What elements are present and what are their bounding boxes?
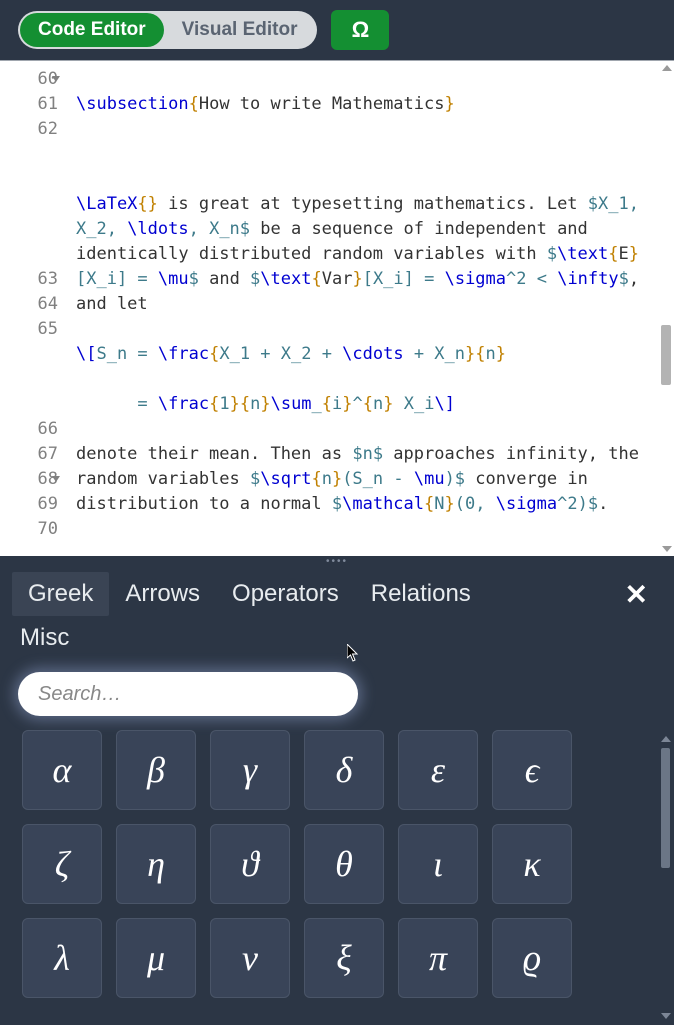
editor-mode-toolbar: Code Editor Visual Editor Ω bbox=[0, 0, 674, 60]
symbol-palette-toggle[interactable]: Ω bbox=[331, 10, 389, 50]
line-number: 60 bbox=[0, 67, 58, 92]
symbol-iota[interactable]: ι bbox=[398, 824, 478, 904]
symbol-beta[interactable]: β bbox=[116, 730, 196, 810]
visual-editor-tab[interactable]: Visual Editor bbox=[164, 13, 316, 47]
tab-relations[interactable]: Relations bbox=[355, 572, 487, 616]
line-number: 63 bbox=[0, 267, 58, 292]
symbol-varepsilon[interactable]: ε bbox=[398, 730, 478, 810]
editor-mode-toggle: Code Editor Visual Editor bbox=[18, 11, 317, 49]
symbol-zeta[interactable]: ζ bbox=[22, 824, 102, 904]
symbol-theta[interactable]: θ bbox=[304, 824, 384, 904]
scroll-down-icon[interactable] bbox=[661, 1013, 671, 1019]
line-number: 70 bbox=[0, 517, 58, 542]
symbol-alpha[interactable]: α bbox=[22, 730, 102, 810]
symbol-gamma[interactable]: γ bbox=[210, 730, 290, 810]
line-number: 67 bbox=[0, 442, 58, 467]
symbol-delta[interactable]: δ bbox=[304, 730, 384, 810]
panel-resize-handle[interactable]: •••• bbox=[0, 556, 674, 566]
scroll-down-icon[interactable] bbox=[662, 546, 672, 552]
symbol-xi[interactable]: ξ bbox=[304, 918, 384, 998]
symbol-varrho[interactable]: ϱ bbox=[492, 918, 572, 998]
scroll-up-icon[interactable] bbox=[661, 736, 671, 742]
symbol-pi[interactable]: π bbox=[398, 918, 478, 998]
line-number: 69 bbox=[0, 492, 58, 517]
line-number: 64 bbox=[0, 292, 58, 317]
grip-icon: •••• bbox=[326, 556, 348, 567]
symbol-mu[interactable]: μ bbox=[116, 918, 196, 998]
symbol-nu[interactable]: ν bbox=[210, 918, 290, 998]
symbol-grid: α β γ δ ε ϵ ζ η ϑ θ ι κ λ μ ν ξ π ϱ bbox=[22, 730, 652, 998]
palette-scrollbar[interactable] bbox=[658, 736, 672, 1019]
line-number: 68 bbox=[0, 467, 58, 492]
symbol-epsilon[interactable]: ϵ bbox=[492, 730, 572, 810]
scroll-thumb[interactable] bbox=[661, 748, 670, 868]
close-palette-button[interactable]: ✕ bbox=[617, 574, 656, 615]
tab-misc[interactable]: Misc bbox=[16, 618, 73, 658]
tab-arrows[interactable]: Arrows bbox=[109, 572, 216, 616]
symbol-vartheta[interactable]: ϑ bbox=[210, 824, 290, 904]
line-gutter: 60 61 62 63 64 65 66 67 68 69 70 bbox=[0, 61, 64, 556]
code-editor[interactable]: 60 61 62 63 64 65 66 67 68 69 70 \subsec… bbox=[0, 60, 674, 556]
symbol-kappa[interactable]: κ bbox=[492, 824, 572, 904]
close-icon: ✕ bbox=[625, 579, 648, 610]
symbol-search-input[interactable] bbox=[18, 672, 358, 716]
symbol-category-tabs: Greek Arrows Operators Relations ✕ bbox=[0, 566, 674, 618]
symbol-eta[interactable]: η bbox=[116, 824, 196, 904]
line-number: 61 bbox=[0, 92, 58, 117]
omega-icon: Ω bbox=[352, 17, 370, 43]
tab-operators[interactable]: Operators bbox=[216, 572, 355, 616]
line-number: 65 bbox=[0, 317, 58, 342]
line-number: 62 bbox=[0, 117, 58, 142]
tab-greek[interactable]: Greek bbox=[12, 572, 109, 616]
symbol-palette: Greek Arrows Operators Relations ✕ Misc … bbox=[0, 566, 674, 1025]
scroll-thumb[interactable] bbox=[661, 325, 671, 385]
symbol-lambda[interactable]: λ bbox=[22, 918, 102, 998]
code-editor-tab[interactable]: Code Editor bbox=[20, 13, 164, 47]
scroll-up-icon[interactable] bbox=[662, 65, 672, 71]
editor-scrollbar[interactable] bbox=[659, 65, 673, 552]
line-number: 66 bbox=[0, 417, 58, 442]
code-content[interactable]: \subsection{How to write Mathematics} \L… bbox=[64, 61, 674, 556]
